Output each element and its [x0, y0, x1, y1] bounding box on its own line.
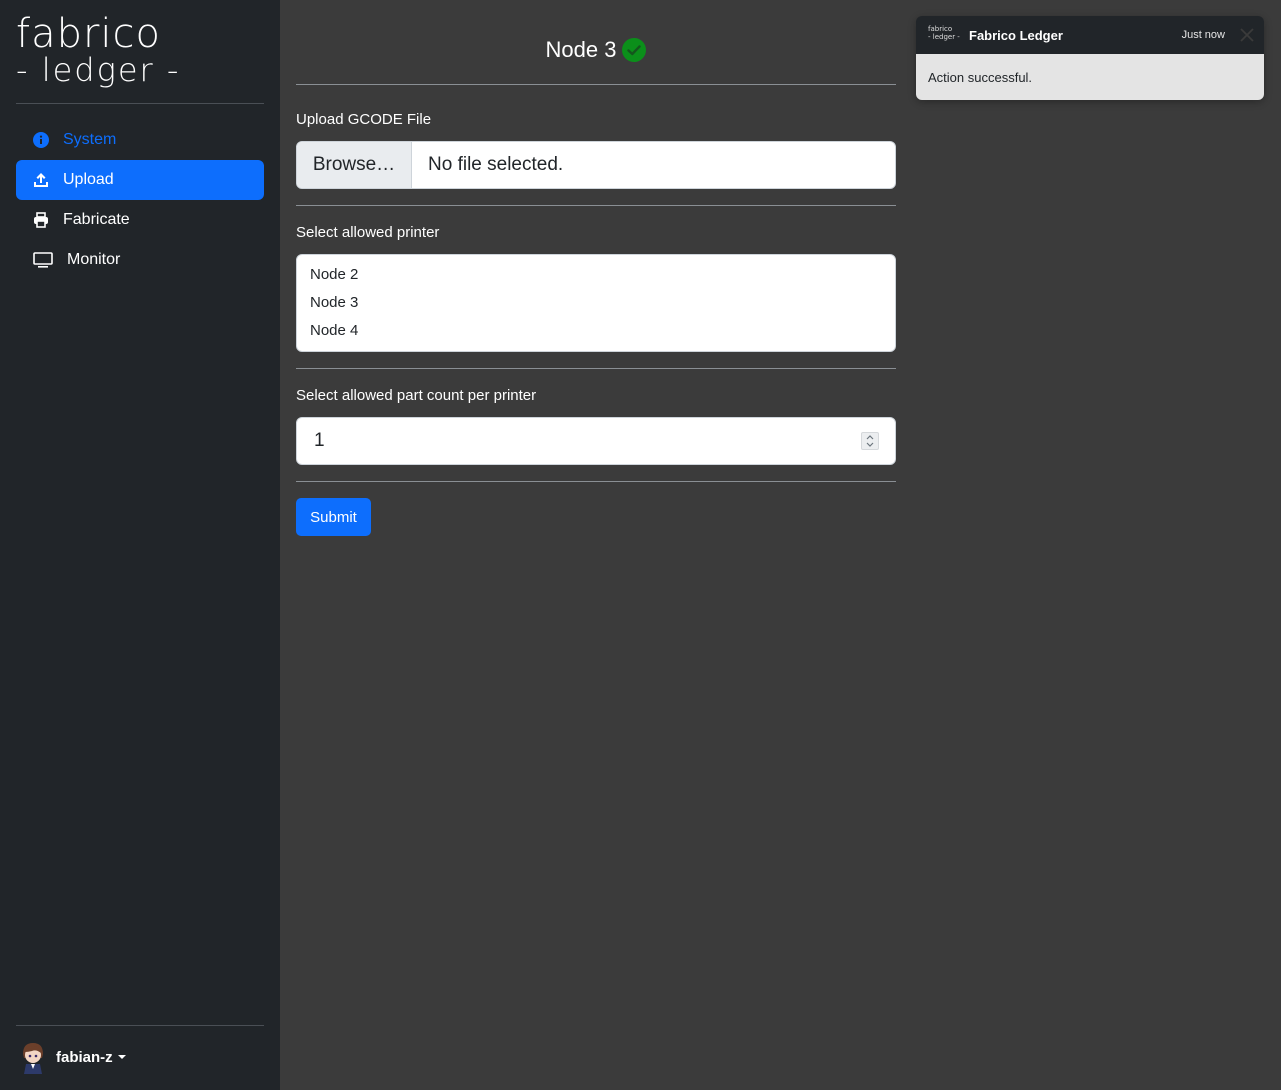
toast-time: Just now	[1181, 29, 1225, 41]
monitor-icon	[32, 251, 54, 269]
upload-label: Upload GCODE File	[296, 111, 432, 128]
brand-logo[interactable]: fabrico - ledger -	[16, 11, 178, 92]
sidebar-divider-bottom	[16, 1025, 264, 1026]
printer-select[interactable]: Node 2 Node 3 Node 4	[296, 254, 896, 352]
logo-line-2: - ledger -	[16, 51, 181, 89]
toast-logo-line-1: fabrico	[928, 25, 953, 33]
sidebar-item-label: Upload	[63, 171, 114, 188]
sidebar-item-system[interactable]: System	[16, 120, 264, 160]
submit-button[interactable]: Submit	[296, 498, 371, 536]
toast-logo: fabrico - ledger -	[928, 25, 960, 45]
browse-button[interactable]: Browse…	[297, 142, 412, 188]
sidebar-item-label: System	[63, 131, 117, 148]
sidebar: fabrico - ledger - System Upload Fabrica…	[0, 0, 280, 1090]
sidebar-item-upload[interactable]: Upload	[16, 160, 264, 200]
sidebar-nav: System Upload Fabricate Monitor	[16, 120, 264, 280]
sidebar-item-fabricate[interactable]: Fabricate	[16, 200, 264, 240]
avatar	[20, 1040, 46, 1074]
sidebar-item-label: Fabricate	[63, 211, 130, 228]
logo-line-1: fabrico	[16, 11, 162, 57]
section-divider	[296, 481, 896, 482]
caret-down-icon	[117, 1055, 126, 1059]
user-name: fabian-z	[56, 1048, 113, 1066]
toast-title: Fabrico Ledger	[969, 27, 1063, 43]
number-spinner[interactable]	[861, 432, 879, 450]
file-input[interactable]: Browse… No file selected.	[296, 141, 896, 189]
toast-notification: fabrico - ledger - Fabrico Ledger Just n…	[916, 16, 1264, 100]
file-name-text: No file selected.	[428, 154, 564, 175]
section-divider	[296, 205, 896, 206]
close-icon[interactable]	[1240, 28, 1254, 42]
section-divider	[296, 368, 896, 369]
printer-option[interactable]: Node 3	[297, 289, 895, 317]
printer-option[interactable]: Node 2	[297, 261, 895, 289]
printer-icon	[32, 211, 50, 229]
sidebar-divider	[16, 103, 264, 104]
toast-header: fabrico - ledger - Fabrico Ledger Just n…	[916, 16, 1264, 54]
user-menu[interactable]: fabian-z	[20, 1040, 126, 1074]
toast-message: Action successful.	[916, 54, 1264, 100]
header-divider	[296, 84, 896, 85]
sidebar-item-monitor[interactable]: Monitor	[16, 240, 264, 280]
page-title: Node 3	[545, 37, 617, 62]
printer-label: Select allowed printer	[296, 224, 440, 241]
part-count-value: 1	[314, 430, 325, 451]
count-label: Select allowed part count per printer	[296, 387, 537, 404]
page-header: Node 3	[296, 34, 896, 66]
upload-icon	[32, 171, 50, 189]
info-circle-icon	[32, 131, 50, 149]
sidebar-item-label: Monitor	[67, 251, 121, 268]
part-count-input[interactable]: 1	[296, 417, 896, 465]
spinner-arrows-icon	[866, 435, 874, 447]
check-circle-icon	[622, 38, 647, 62]
toast-logo-line-2: - ledger -	[928, 33, 960, 41]
printer-option[interactable]: Node 4	[297, 317, 895, 345]
